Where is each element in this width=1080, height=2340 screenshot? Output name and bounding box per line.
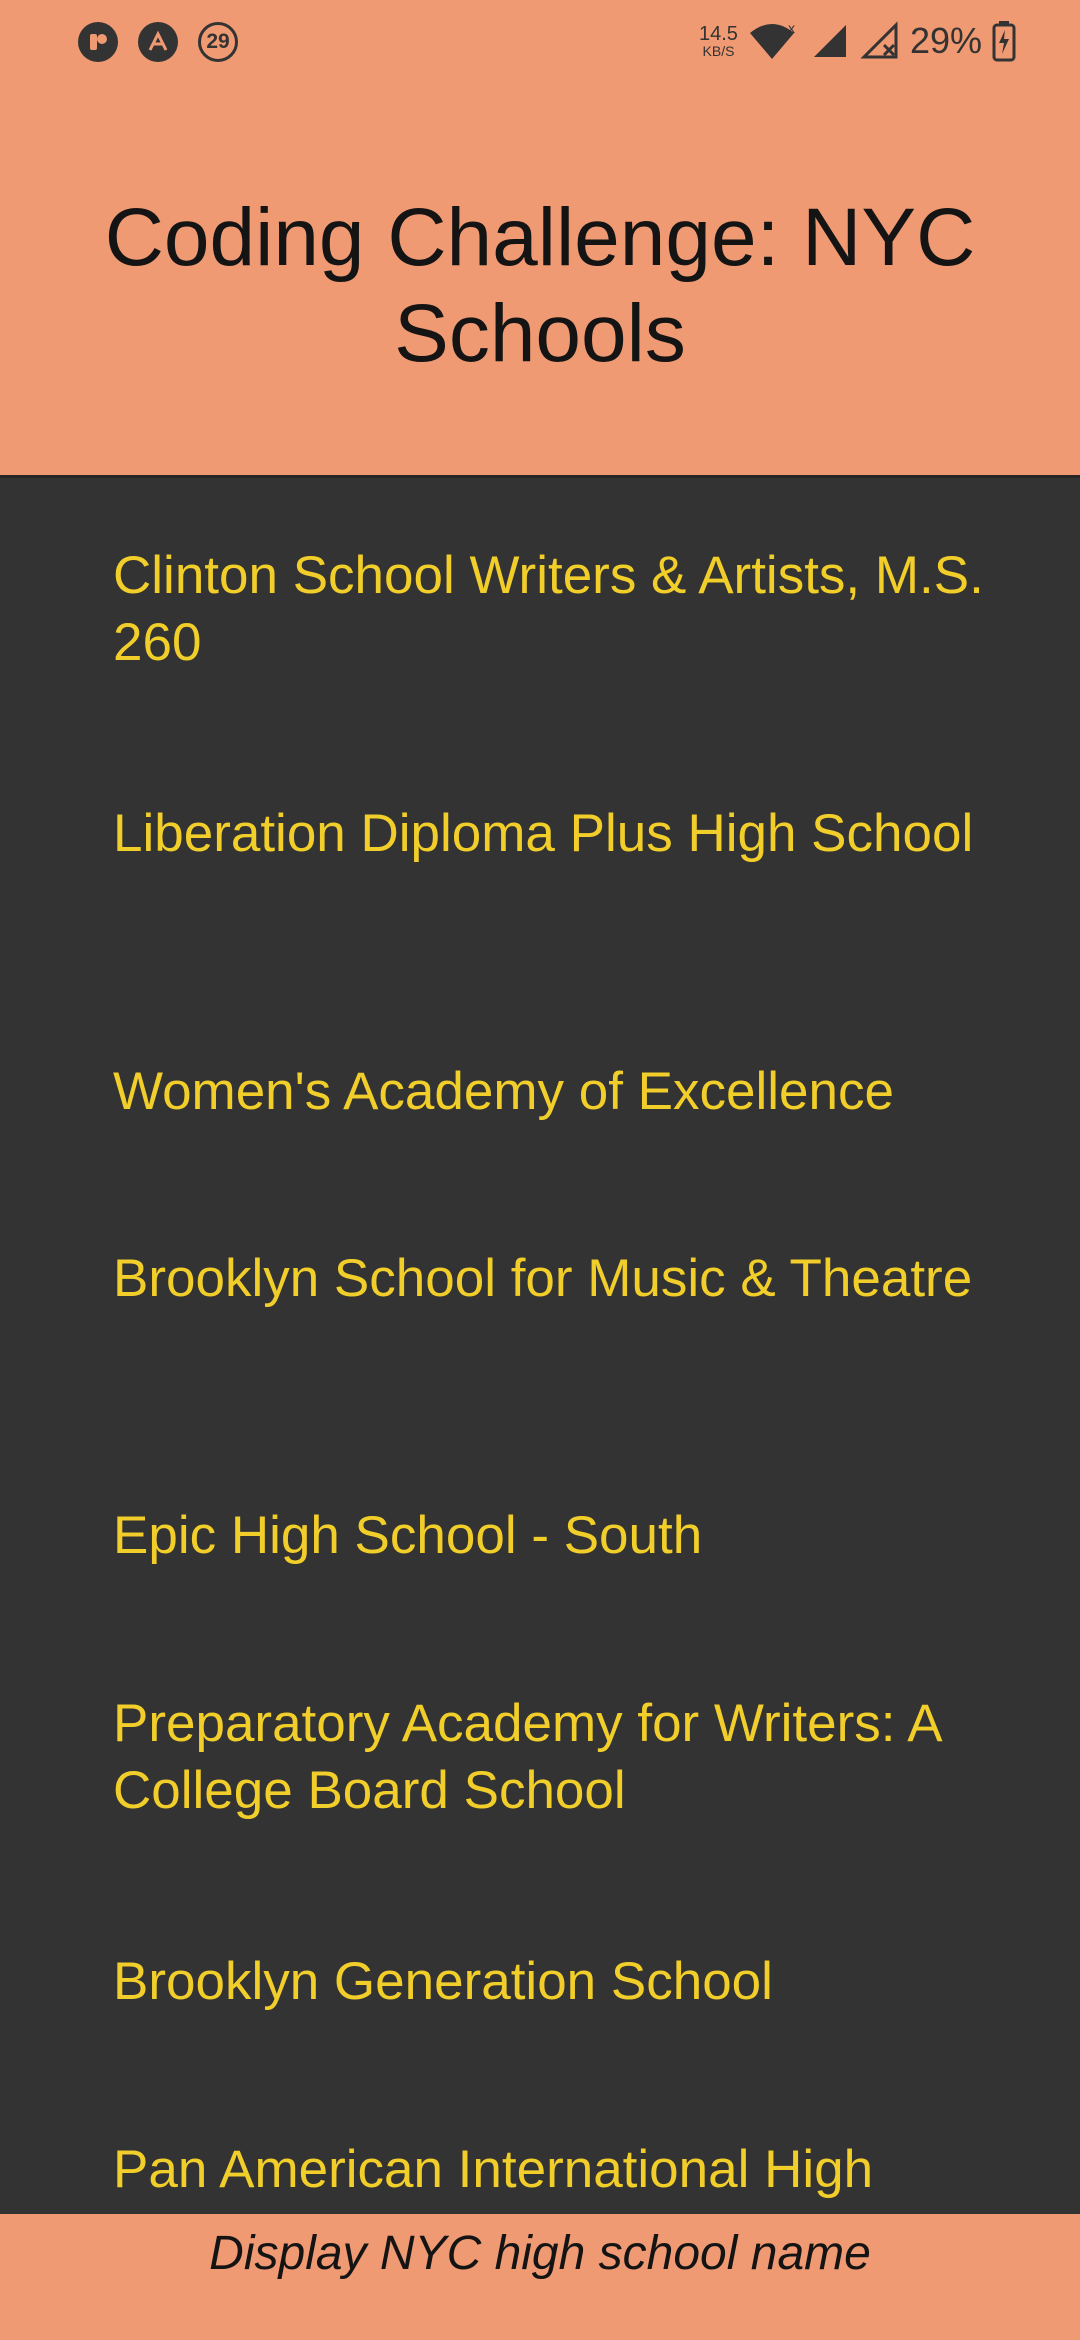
status-left-icons: 29	[78, 22, 238, 62]
footer-caption: Display NYC high school name	[0, 2214, 1080, 2340]
school-list[interactable]: Clinton School Writers & Artists, M.S. 2…	[0, 478, 1080, 2214]
battery-percent: 29%	[909, 20, 982, 61]
arc-app-icon	[138, 22, 178, 62]
school-list-item[interactable]: Clinton School Writers & Artists, M.S. 2…	[113, 542, 993, 676]
number-badge-icon: 29	[198, 22, 238, 62]
battery-charging-icon	[992, 21, 1016, 62]
wifi-icon: x	[749, 21, 795, 59]
school-list-item[interactable]: Women's Academy of Excellence	[113, 1058, 993, 1125]
network-speed-unit: KB/S	[702, 43, 735, 59]
school-list-item[interactable]: Liberation Diploma Plus High School	[113, 800, 993, 867]
svg-text:x: x	[788, 21, 795, 36]
app-notification-icon	[78, 22, 118, 62]
network-speed: 14.5 KB/S	[699, 24, 738, 58]
app-header: Coding Challenge: NYC Schools	[0, 90, 1080, 478]
no-signal-icon	[860, 21, 898, 59]
page-title: Coding Challenge: NYC Schools	[104, 191, 976, 379]
status-right-icons: 14.5 KB/S x 29%	[699, 20, 1016, 62]
school-list-item[interactable]: Brooklyn Generation School	[113, 1948, 993, 2015]
school-list-item[interactable]: Epic High School - South	[113, 1502, 993, 1569]
school-list-item[interactable]: Preparatory Academy for Writers: A Colle…	[113, 1690, 993, 1824]
school-list-item[interactable]: Brooklyn School for Music & Theatre	[113, 1245, 993, 1312]
signal-icon	[813, 25, 846, 57]
network-speed-value: 14.5	[699, 23, 738, 45]
school-list-item[interactable]: Pan American International High School	[113, 2136, 993, 2214]
status-bar: 29 14.5 KB/S x 29%	[0, 0, 1080, 90]
